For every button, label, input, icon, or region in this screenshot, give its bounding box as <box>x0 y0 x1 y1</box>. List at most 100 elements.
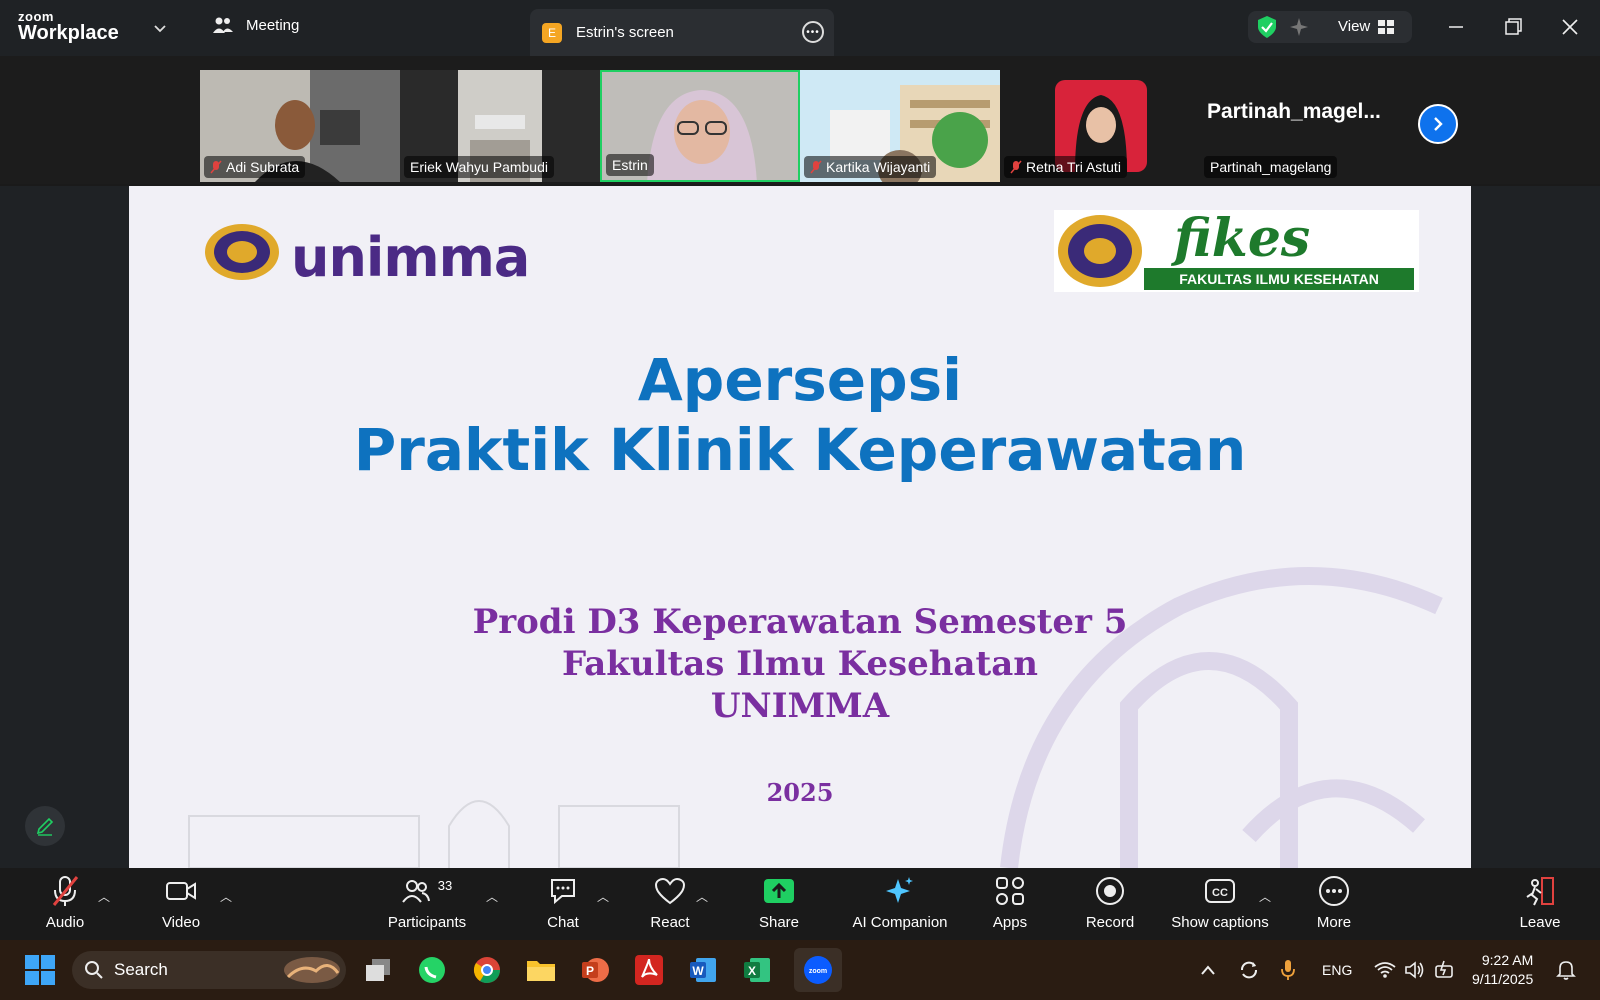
svg-text:zoom: zoom <box>809 968 827 975</box>
title-bar: zoom Workplace Meeting E Estrin's screen… <box>0 0 1600 56</box>
chevron-down-icon[interactable] <box>152 20 168 36</box>
ai-companion-button[interactable]: AI Companion <box>852 868 948 940</box>
participant-name: Kartika Wijayanti <box>826 159 931 175</box>
powerpoint-icon[interactable]: P <box>575 950 615 990</box>
notifications-icon[interactable] <box>1556 940 1576 1000</box>
react-button[interactable]: React <box>650 868 690 940</box>
video-tile[interactable]: Kartika Wijayanti <box>800 70 1000 182</box>
participants-label: Participants <box>387 914 467 931</box>
zoom-app-icon[interactable]: zoom <box>794 948 842 992</box>
fikes-logo: fikes FAKULTAS ILMU KESEHATAN <box>1054 208 1419 292</box>
video-tile[interactable]: Retna Tri Astuti <box>1000 70 1200 182</box>
share-label: Share <box>758 914 800 931</box>
minimize-icon[interactable] <box>1443 14 1469 40</box>
react-label: React <box>650 914 690 931</box>
chevron-right-icon <box>1434 117 1443 131</box>
show-hidden-icons[interactable] <box>1200 940 1216 1000</box>
language-indicator[interactable]: ENG <box>1322 940 1352 1000</box>
task-view-icon[interactable] <box>358 950 398 990</box>
tab-meeting[interactable]: Meeting <box>212 16 299 34</box>
video-options-caret[interactable]: ︿ <box>220 888 232 905</box>
slide-subtitle-line3: UNIMMA <box>710 686 890 726</box>
video-button[interactable]: Video <box>158 868 204 940</box>
excel-icon[interactable]: X <box>737 950 777 990</box>
more-options-icon[interactable]: ••• <box>802 21 824 43</box>
apps-button[interactable]: Apps <box>990 868 1030 940</box>
tile-name: Retna Tri Astuti <box>1004 156 1127 178</box>
chat-bubble-icon <box>551 879 575 905</box>
annotate-button[interactable] <box>25 806 65 846</box>
grid-view-icon[interactable] <box>1378 20 1394 34</box>
audio-button[interactable]: Audio <box>40 868 90 940</box>
record-button[interactable]: Record <box>1085 868 1135 940</box>
show-captions-button[interactable]: CC Show captions <box>1168 868 1272 940</box>
wifi-icon[interactable] <box>1374 940 1396 1000</box>
brand-bottom: Workplace <box>18 22 119 44</box>
sparkle-icon[interactable] <box>1288 16 1310 38</box>
more-button[interactable]: More <box>1312 868 1356 940</box>
tab-shared-screen[interactable]: E Estrin's screen ••• <box>530 9 834 56</box>
audio-label: Audio <box>45 914 85 931</box>
tile-name: Estrin <box>606 154 654 176</box>
view-controls: View <box>1248 11 1412 43</box>
next-page-button[interactable] <box>1418 104 1458 144</box>
sync-icon[interactable] <box>1238 940 1260 1000</box>
video-tile[interactable]: Eriek Wahyu Pambudi <box>400 70 600 182</box>
video-label: Video <box>161 914 201 931</box>
share-screen-icon <box>764 879 794 903</box>
taskbar-clock[interactable]: 9:22 AM 9/11/2025 <box>1472 951 1533 989</box>
whatsapp-icon[interactable] <box>412 950 452 990</box>
file-explorer-icon[interactable] <box>521 950 561 990</box>
svg-text:X: X <box>748 964 756 978</box>
people-icon <box>213 17 233 33</box>
language-label: ENG <box>1322 962 1353 978</box>
meeting-label: Meeting <box>246 16 300 34</box>
search-icon <box>85 961 103 979</box>
participants-button[interactable]: 33 Participants <box>382 868 472 940</box>
record-label: Record <box>1085 914 1135 931</box>
microphone-in-use-icon[interactable] <box>1280 940 1296 1000</box>
search-placeholder: Search <box>114 960 168 979</box>
search-highlight-art <box>284 957 340 983</box>
tile-name: Adi Subrata <box>204 156 306 178</box>
participants-icon <box>401 880 430 903</box>
more-label: More <box>1316 914 1352 931</box>
slide-year: 2025 <box>766 778 834 807</box>
sharer-badge: E <box>542 22 562 43</box>
captions-options-caret[interactable]: ︿ <box>1259 888 1271 905</box>
closed-captions-icon: CC <box>1205 879 1235 903</box>
chrome-icon[interactable] <box>467 950 507 990</box>
share-button[interactable]: Share <box>757 868 801 940</box>
unimma-logo-text: unimma <box>291 226 530 289</box>
acrobat-icon[interactable] <box>629 950 669 990</box>
react-options-caret[interactable]: ︿ <box>696 888 708 905</box>
battery-icon[interactable] <box>1434 940 1456 1000</box>
close-icon[interactable] <box>1557 14 1583 40</box>
leave-button[interactable]: Leave <box>1518 868 1562 940</box>
participant-display-name: Partinah_magel... <box>1207 100 1381 123</box>
chat-options-caret[interactable]: ︿ <box>597 888 609 905</box>
video-tile[interactable]: Adi Subrata <box>200 70 400 182</box>
audio-options-caret[interactable]: ︿ <box>98 888 110 905</box>
slide-title-line1: Apersepsi <box>637 346 963 414</box>
tile-name: Kartika Wijayanti <box>804 156 937 178</box>
participant-name: Estrin <box>612 157 648 173</box>
pencil-icon <box>36 817 54 836</box>
chat-button[interactable]: Chat <box>546 868 580 940</box>
svg-text:P: P <box>586 964 594 978</box>
participant-name: Adi Subrata <box>226 159 300 175</box>
view-button[interactable]: View <box>1338 18 1370 35</box>
shield-check-icon[interactable] <box>1256 15 1278 39</box>
video-tile-active-speaker[interactable]: Estrin <box>600 70 800 182</box>
participants-options-caret[interactable]: ︿ <box>486 888 498 905</box>
volume-icon[interactable] <box>1404 940 1426 1000</box>
restore-icon[interactable] <box>1500 14 1526 40</box>
svg-text:CC: CC <box>1212 887 1228 899</box>
ai-sparkle-icon <box>886 877 913 903</box>
taskbar-search-box[interactable]: Search <box>72 951 346 989</box>
word-icon[interactable]: W <box>683 950 723 990</box>
slide-title-line2: Praktik Klinik Keperawatan <box>353 416 1247 484</box>
video-tile[interactable]: Partinah_magel... Partinah_magelang <box>1200 70 1400 182</box>
record-icon <box>1096 877 1124 905</box>
windows-start-icon[interactable] <box>25 955 55 985</box>
